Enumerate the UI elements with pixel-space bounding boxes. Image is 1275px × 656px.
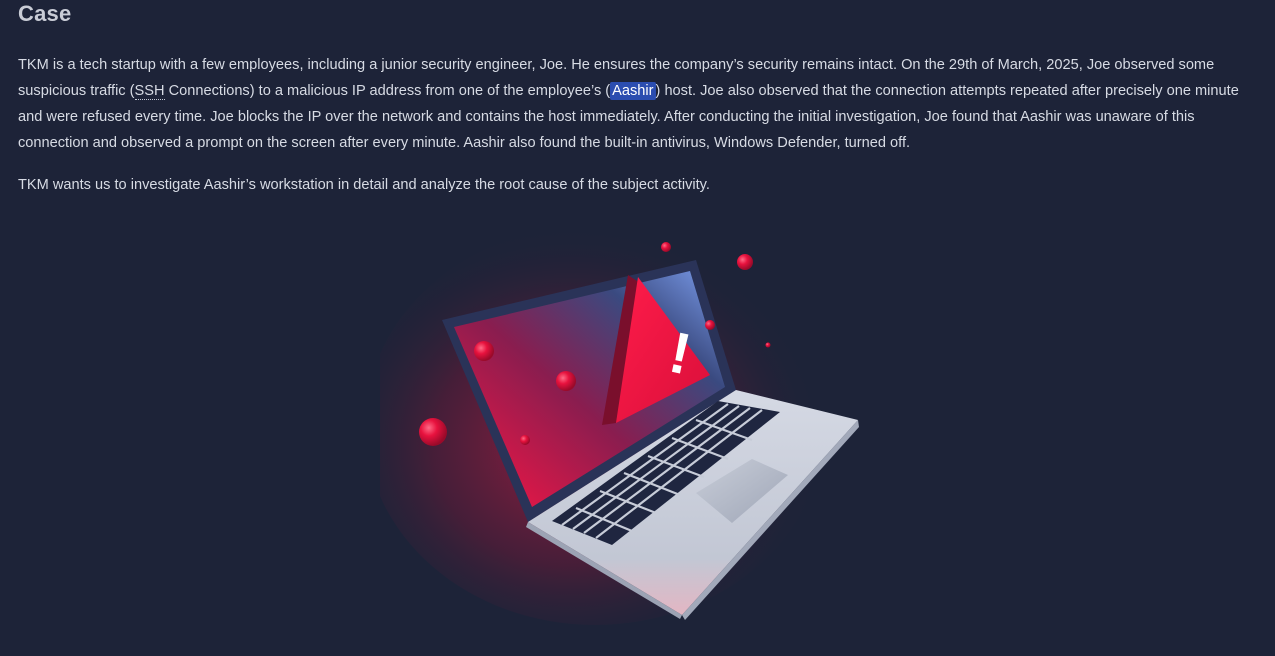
orb <box>705 320 715 330</box>
laptop-warning-illustration: ! <box>380 225 859 625</box>
orb <box>737 254 753 270</box>
orb <box>520 435 530 445</box>
highlighted-text-aashir[interactable]: Aashir <box>610 82 656 100</box>
case-description-paragraph: TKM is a tech startup with a few employe… <box>18 52 1260 156</box>
orb <box>474 341 494 361</box>
orb <box>765 342 771 348</box>
section-title: Case <box>18 1 72 26</box>
orb <box>556 371 576 391</box>
ssh-abbreviation[interactable]: SSH <box>134 83 165 100</box>
orb <box>661 242 671 252</box>
orb <box>419 418 447 446</box>
case-text-part-2: Connections) to a malicious IP address f… <box>164 83 611 99</box>
case-page: Case TKM is a tech startup with a few em… <box>0 0 1275 656</box>
investigation-goal-paragraph: TKM wants us to investigate Aashir’s wor… <box>18 177 710 193</box>
